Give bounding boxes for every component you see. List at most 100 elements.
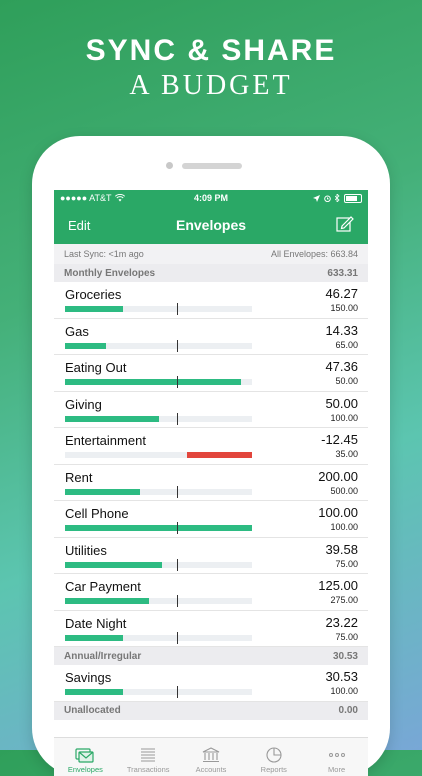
envelope-progress-track: [65, 595, 252, 607]
envelope-row[interactable]: Date Night 23.22 75.00: [54, 610, 368, 647]
envelope-name: Giving: [65, 396, 102, 412]
envelope-balance: 39.58: [325, 541, 358, 557]
section-header-unallocated: Unallocated 0.00: [54, 701, 368, 720]
envelope-budget: 50.00: [335, 376, 358, 386]
envelope-progress-fill: [65, 342, 106, 349]
envelope-name: Entertainment: [65, 433, 146, 448]
envelope-name: Groceries: [65, 287, 122, 302]
monthly-envelope-list: Groceries 46.27 150.00 Gas 14.33 65.00 Eating …: [54, 282, 368, 647]
envelope-period-marker: [177, 485, 178, 498]
status-time: 4:09 PM: [193, 193, 228, 203]
tab-transactions[interactable]: Transactions: [117, 738, 180, 776]
envelope-row[interactable]: Eating Out 47.36 50.00: [54, 355, 368, 392]
envelope-progress-track: [65, 686, 252, 698]
tab-accounts[interactable]: Accounts: [180, 738, 243, 776]
envelope-balance: 23.22: [325, 614, 358, 630]
list-icon: [141, 748, 156, 762]
envelope-period-marker: [177, 303, 178, 315]
section-label: Annual/Irregular: [64, 650, 142, 662]
envelope-progress-fill: [65, 598, 149, 604]
envelope-name: Savings: [65, 670, 112, 685]
envelope-progress-track: [65, 631, 252, 644]
all-envelopes-total: All Envelopes: 663.84: [270, 249, 358, 259]
section-total: 30.53: [332, 650, 358, 662]
tab-envelopes[interactable]: Envelopes: [54, 738, 117, 776]
envelope-period-marker: [177, 339, 178, 352]
envelope-balance: -12.45: [321, 432, 358, 447]
envelope-row[interactable]: Savings 30.53 100.00: [54, 665, 368, 702]
tab-more[interactable]: More: [305, 738, 368, 776]
envelope-budget: 275.00: [330, 595, 358, 605]
envelope-period-marker: [177, 631, 178, 644]
envelope-balance: 200.00: [318, 468, 358, 484]
navigation-bar: Edit Envelopes: [54, 206, 368, 244]
envelope-progress-fill: [65, 634, 123, 641]
envelope-row[interactable]: Rent 200.00 500.00: [54, 464, 368, 501]
envelope-row[interactable]: Entertainment -12.45 35.00: [54, 428, 368, 465]
last-sync-label: Last Sync: <1m ago: [64, 249, 144, 259]
envelope-progress-track: [65, 452, 252, 458]
envelope-progress-fill: [65, 689, 123, 695]
envelope-period-marker: [177, 595, 178, 607]
envelope-balance: 30.53: [325, 669, 358, 684]
envelope-period-marker: [177, 686, 178, 698]
envelope-row[interactable]: Utilities 39.58 75.00: [54, 537, 368, 574]
nav-title: Envelopes: [175, 217, 247, 233]
envelope-name: Eating Out: [65, 360, 127, 375]
envelope-period-marker: [177, 376, 178, 388]
envelope-row[interactable]: Car Payment 125.00 275.00: [54, 574, 368, 611]
envelope-progress-track: [65, 412, 252, 425]
envelope-row[interactable]: Groceries 46.27 150.00: [54, 282, 368, 319]
envelope-progress-fill: [65, 379, 241, 385]
envelope-balance: 125.00: [318, 578, 358, 593]
section-header-monthly: Monthly Envelopes 633.31: [54, 264, 368, 282]
bank-icon: [202, 747, 220, 763]
tab-bar: Envelopes Transactions Accounts Reports …: [54, 737, 368, 776]
annual-envelope-list: Savings 30.53 100.00: [54, 665, 368, 702]
envelope-name: Rent: [65, 469, 93, 485]
compose-icon[interactable]: [336, 215, 354, 233]
speaker-grille: [182, 163, 242, 169]
tab-label: Transactions: [126, 765, 170, 774]
tab-label: Accounts: [195, 765, 227, 774]
envelope-budget: 75.00: [335, 631, 358, 642]
envelope-budget: 75.00: [335, 558, 358, 569]
envelope-name: Car Payment: [65, 579, 141, 594]
envelope-budget: 35.00: [335, 449, 358, 459]
envelope-budget: 65.00: [335, 339, 358, 350]
phone-frame: ●●●●● AT&T 4:09 PM Edit Envelopes Last S…: [32, 136, 390, 776]
envelope-progress-track: [65, 303, 252, 315]
envelope-row[interactable]: Giving 50.00 100.00: [54, 391, 368, 428]
status-bar: ●●●●● AT&T 4:09 PM: [54, 190, 368, 206]
envelope-progress-track: [65, 522, 252, 534]
envelope-row[interactable]: Cell Phone 100.00 100.00: [54, 501, 368, 538]
headline-line-1: SYNC & SHARE: [85, 34, 337, 67]
tab-label: More: [328, 765, 346, 774]
tab-label: Envelopes: [67, 765, 103, 774]
envelopes-icon: [75, 748, 94, 763]
envelope-name: Date Night: [65, 615, 127, 631]
tab-label: Reports: [260, 765, 287, 774]
envelope-budget: 100.00: [330, 686, 358, 696]
battery-icon: [344, 193, 362, 203]
section-label: Unallocated: [64, 705, 121, 716]
section-label: Monthly Envelopes: [64, 267, 156, 279]
envelope-progress-fill: [65, 415, 159, 422]
app-screen: ●●●●● AT&T 4:09 PM Edit Envelopes Last S…: [54, 190, 368, 776]
envelope-progress-fill: [65, 561, 162, 568]
tab-reports[interactable]: Reports: [242, 738, 305, 776]
envelope-budget: 500.00: [330, 485, 358, 496]
envelope-budget: 150.00: [330, 303, 358, 313]
envelope-balance: 14.33: [325, 322, 358, 338]
camera-dot: [166, 162, 173, 169]
envelope-progress-fill: [65, 525, 252, 531]
sync-info-bar: Last Sync: <1m ago All Envelopes: 663.84: [54, 244, 368, 264]
envelope-progress-fill: [187, 452, 252, 458]
envelope-balance: 100.00: [318, 505, 358, 520]
headline-line-2: A BUDGET: [129, 70, 293, 101]
envelope-progress-track: [65, 376, 252, 388]
envelope-progress-track: [65, 339, 252, 352]
envelope-row[interactable]: Gas 14.33 65.00: [54, 318, 368, 355]
envelope-period-marker: [177, 412, 178, 425]
envelope-progress-track: [65, 558, 252, 571]
